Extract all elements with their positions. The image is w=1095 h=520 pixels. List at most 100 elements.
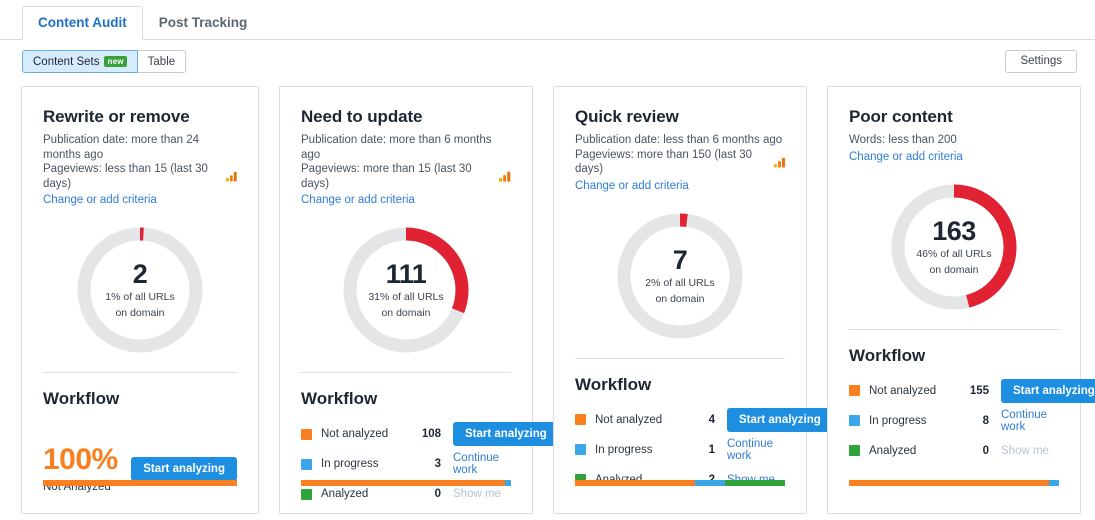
workflow-stacked-bar bbox=[43, 480, 237, 486]
workflow-row: Not analyzed 4 Start analyzing bbox=[575, 405, 785, 435]
change-or-add-criteria-link[interactable]: Change or add criteria bbox=[301, 193, 511, 208]
workflow-row: In progress 8 Continue work bbox=[849, 406, 1059, 436]
workflow-row-count: 8 bbox=[955, 415, 989, 427]
workflow-row-label: Not analyzed bbox=[595, 414, 681, 426]
view-switcher: Content Sets new Table bbox=[22, 50, 186, 73]
stacked-bar-segment bbox=[695, 480, 725, 486]
donut-subtitle-line1: 46% of all URLs bbox=[916, 247, 991, 261]
workflow-row-label: Analyzed bbox=[321, 488, 407, 500]
card-title: Rewrite or remove bbox=[43, 107, 237, 127]
card-criterion-text: Pageviews: more than 150 (last 30 days) bbox=[575, 148, 770, 177]
card-title: Need to update bbox=[301, 107, 511, 127]
donut-subtitle-line1: 1% of all URLs bbox=[105, 290, 174, 304]
workflow-row-action-link[interactable]: Continue work bbox=[727, 438, 785, 462]
content-sets-grid: Rewrite or remove Publication date: more… bbox=[0, 78, 1095, 514]
card-divider bbox=[849, 329, 1059, 330]
main-tab-bar: Content Audit Post Tracking bbox=[0, 0, 1095, 40]
workflow-status-swatch bbox=[849, 415, 860, 426]
view-button-table-label: Table bbox=[148, 55, 176, 69]
workflow-status-swatch bbox=[301, 429, 312, 440]
donut-chart: 163 46% of all URLs on domain bbox=[849, 173, 1059, 321]
donut-value: 7 bbox=[673, 246, 688, 274]
workflow-row-count: 0 bbox=[955, 445, 989, 457]
card-title: Poor content bbox=[849, 107, 1059, 127]
start-analyzing-button[interactable]: Start analyzing bbox=[727, 408, 833, 432]
card-criterion: Pageviews: more than 150 (last 30 days) bbox=[575, 148, 785, 177]
workflow-row-action-link[interactable]: Continue work bbox=[1001, 409, 1059, 433]
view-button-content-sets[interactable]: Content Sets new bbox=[22, 50, 138, 73]
start-analyzing-button[interactable]: Start analyzing bbox=[131, 457, 237, 481]
workflow-row-label: Not analyzed bbox=[869, 385, 955, 397]
donut-value: 111 bbox=[386, 260, 427, 288]
start-analyzing-button[interactable]: Start analyzing bbox=[1001, 379, 1095, 403]
stacked-bar-segment bbox=[575, 480, 695, 486]
card-criterion-text: Pageviews: less than 15 (last 30 days) bbox=[43, 162, 222, 191]
workflow-status-swatch bbox=[575, 444, 586, 455]
card-criterion: Pageviews: less than 15 (last 30 days) bbox=[43, 162, 237, 191]
content-set-card: Rewrite or remove Publication date: more… bbox=[21, 86, 259, 514]
content-set-card: Need to update Publication date: more th… bbox=[279, 86, 533, 514]
donut-subtitle-line1: 31% of all URLs bbox=[368, 290, 443, 304]
new-badge: new bbox=[104, 56, 126, 67]
card-title: Quick review bbox=[575, 107, 785, 127]
workflow-rows: Not analyzed 155 Start analyzing In prog… bbox=[849, 376, 1059, 466]
start-analyzing-button[interactable]: Start analyzing bbox=[453, 422, 559, 446]
view-toolbar: Content Sets new Table Settings bbox=[0, 40, 1095, 78]
workflow-status-swatch bbox=[575, 414, 586, 425]
workflow-row-count: 3 bbox=[407, 458, 441, 470]
content-set-card: Quick review Publication date: less than… bbox=[553, 86, 807, 514]
workflow-row-label: In progress bbox=[869, 415, 955, 427]
workflow-status-swatch bbox=[301, 489, 312, 500]
stacked-bar-segment bbox=[849, 480, 1049, 486]
workflow-row-label: Not analyzed bbox=[321, 428, 407, 440]
workflow-row: In progress 1 Continue work bbox=[575, 435, 785, 465]
card-criterion: Words: less than 200 bbox=[849, 133, 1059, 148]
view-button-table[interactable]: Table bbox=[138, 50, 187, 73]
card-criterion-text: Publication date: less than 6 months ago bbox=[575, 133, 782, 148]
card-criterion: Pageviews: more than 15 (last 30 days) bbox=[301, 162, 511, 191]
workflow-row-count: 108 bbox=[407, 428, 441, 440]
tab-content-audit[interactable]: Content Audit bbox=[22, 6, 143, 41]
donut-subtitle-line1: 2% of all URLs bbox=[645, 276, 714, 290]
workflow-status-swatch bbox=[849, 385, 860, 396]
change-or-add-criteria-link[interactable]: Change or add criteria bbox=[43, 193, 237, 208]
google-analytics-icon bbox=[499, 171, 511, 182]
workflow-heading: Workflow bbox=[43, 389, 237, 409]
workflow-row: Analyzed 0 Show me bbox=[849, 436, 1059, 466]
workflow-heading: Workflow bbox=[575, 375, 785, 395]
card-criterion: Publication date: more than 6 months ago bbox=[301, 133, 511, 162]
settings-button[interactable]: Settings bbox=[1005, 50, 1077, 73]
card-divider bbox=[301, 372, 511, 373]
donut-subtitle-line2: on domain bbox=[381, 306, 430, 320]
donut-chart: 2 1% of all URLs on domain bbox=[43, 216, 237, 364]
donut-value: 163 bbox=[932, 217, 976, 245]
workflow-heading: Workflow bbox=[849, 346, 1059, 366]
stacked-bar-segment bbox=[1049, 480, 1059, 486]
donut-subtitle-line2: on domain bbox=[929, 263, 978, 277]
workflow-stacked-bar bbox=[301, 480, 511, 486]
card-divider bbox=[575, 358, 785, 359]
workflow-row: In progress 3 Continue work bbox=[301, 449, 511, 479]
tab-post-tracking[interactable]: Post Tracking bbox=[143, 6, 264, 41]
workflow-row-count: 155 bbox=[955, 385, 989, 397]
workflow-row: Not analyzed 108 Start analyzing bbox=[301, 419, 511, 449]
workflow-row-action-link[interactable]: Continue work bbox=[453, 452, 511, 476]
stacked-bar-segment bbox=[43, 480, 237, 486]
workflow-status-swatch bbox=[301, 459, 312, 470]
workflow-row-label: Analyzed bbox=[869, 445, 955, 457]
workflow-row-action-disabled: Show me bbox=[1001, 445, 1049, 457]
change-or-add-criteria-link[interactable]: Change or add criteria bbox=[575, 179, 785, 194]
google-analytics-icon bbox=[774, 157, 785, 168]
card-criterion-text: Publication date: more than 24 months ag… bbox=[43, 133, 237, 162]
card-divider bbox=[43, 372, 237, 373]
card-criterion: Publication date: less than 6 months ago bbox=[575, 133, 785, 148]
workflow-rows: Not analyzed 108 Start analyzing In prog… bbox=[301, 419, 511, 509]
workflow-row-action-disabled: Show me bbox=[453, 488, 501, 500]
stacked-bar-segment bbox=[505, 480, 511, 486]
change-or-add-criteria-link[interactable]: Change or add criteria bbox=[849, 150, 1059, 165]
donut-subtitle-line2: on domain bbox=[655, 292, 704, 306]
workflow-row-count: 4 bbox=[681, 414, 715, 426]
workflow-stacked-bar bbox=[575, 480, 785, 486]
view-button-content-sets-label: Content Sets bbox=[33, 55, 99, 69]
workflow-row-count: 1 bbox=[681, 444, 715, 456]
